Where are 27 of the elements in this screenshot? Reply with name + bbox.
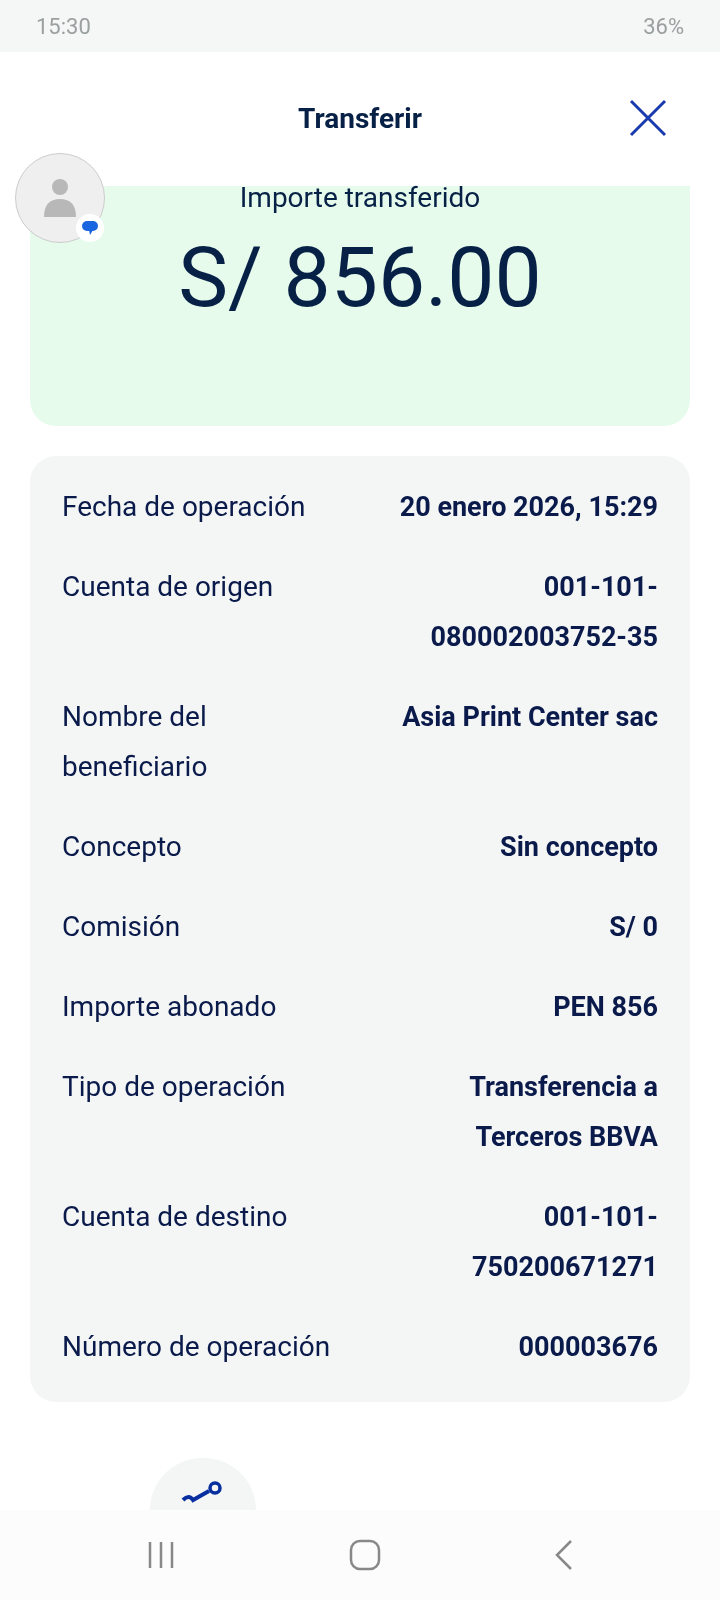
detail-value: 20 enero 2026, 15:29 bbox=[399, 490, 658, 525]
detail-label: Tipo de operación bbox=[62, 1069, 286, 1105]
message-badge-icon bbox=[76, 214, 104, 242]
detail-label: Concepto bbox=[62, 829, 182, 865]
detail-value: Sin concepto bbox=[500, 830, 658, 865]
close-icon bbox=[628, 98, 668, 138]
detail-label: Importe abonado bbox=[62, 989, 277, 1025]
detail-label: Fecha de operación bbox=[62, 489, 306, 525]
battery-level: 36% bbox=[643, 12, 684, 41]
detail-value: S/ 0 bbox=[609, 910, 658, 945]
detail-label: Número de operación bbox=[62, 1329, 331, 1365]
detail-value: Asia Print Center sac bbox=[402, 700, 658, 735]
status-time: 15:30 bbox=[36, 12, 91, 41]
home-icon[interactable] bbox=[349, 1539, 381, 1571]
detail-value: Transferencia a Terceros BBVA bbox=[468, 1070, 658, 1155]
detail-value: 000003676 bbox=[518, 1330, 658, 1365]
detail-label: Comisión bbox=[62, 909, 181, 945]
back-icon[interactable] bbox=[553, 1539, 574, 1571]
detail-label: Nombre del beneficiario bbox=[62, 699, 209, 785]
detail-value: 001-101-080002003752-35 bbox=[429, 570, 658, 655]
detail-label: Cuenta de destino bbox=[62, 1199, 288, 1235]
person-icon bbox=[42, 177, 78, 219]
detail-value: 001-101-750200671271 bbox=[471, 1200, 658, 1285]
detail-value: PEN 856 bbox=[553, 990, 658, 1025]
amount-value: S/ 856.00 bbox=[178, 230, 542, 326]
page-title: Transferir bbox=[298, 101, 422, 137]
detail-label: Cuenta de origen bbox=[62, 569, 274, 605]
